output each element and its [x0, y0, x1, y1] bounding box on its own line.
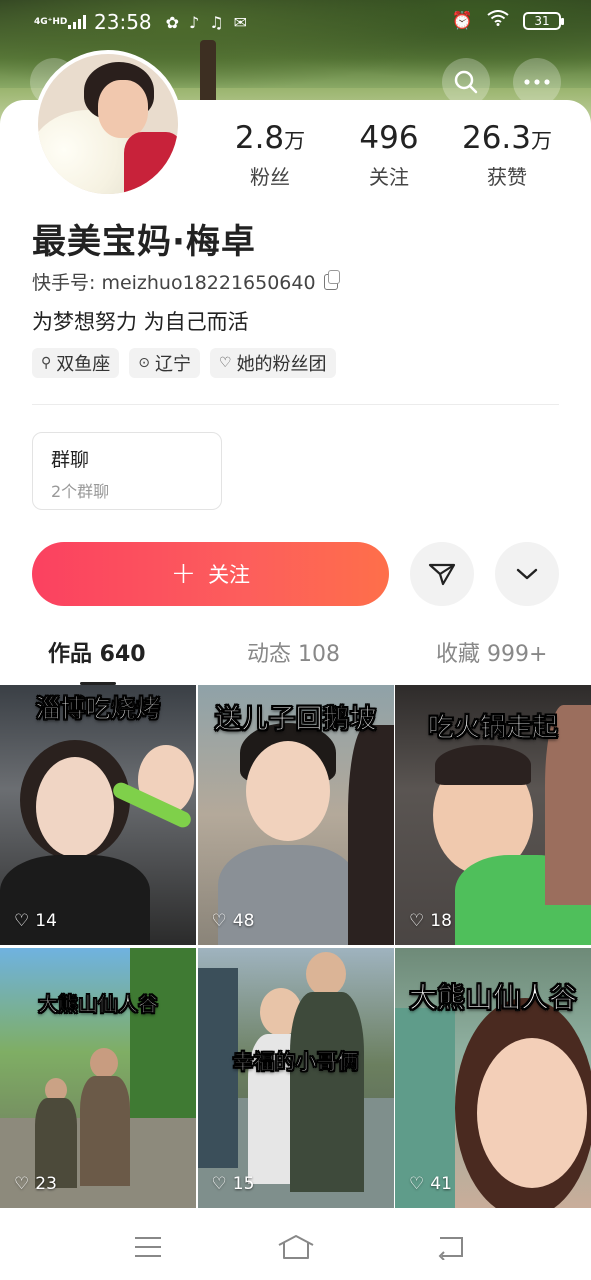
- nav-home-button[interactable]: [276, 1232, 316, 1262]
- following-label: 关注: [369, 165, 409, 189]
- video-tile[interactable]: 吃火锅走起 ♡ 18: [395, 685, 591, 945]
- status-bar: 4G⁺HD 23:58 ✿ ♪ ♫ ✉ ⏰ 31: [0, 0, 591, 44]
- status-time: 23:58: [94, 10, 152, 34]
- video-caption: 幸福的小哥俩: [232, 1050, 359, 1075]
- follow-label: 关注: [208, 563, 251, 587]
- followers-count: 2.8: [234, 120, 285, 156]
- profile-signature: 为梦想努力 为自己而活: [32, 310, 249, 334]
- following-count: 496: [359, 120, 419, 156]
- more-button[interactable]: [513, 58, 561, 106]
- home-icon: [278, 1235, 314, 1259]
- video-tile[interactable]: 送儿子回鹅坡 ♡ 48: [197, 685, 394, 945]
- system-nav-bar: [0, 1210, 591, 1280]
- tag-zodiac-label: 双鱼座: [56, 354, 111, 375]
- tiktok-icon: ♪: [189, 12, 200, 32]
- tab-works[interactable]: 作品 640: [48, 636, 146, 668]
- heart-icon: ♡: [409, 911, 425, 931]
- group-chat-title: 群聊: [51, 449, 90, 471]
- search-icon: [454, 70, 478, 94]
- alarm-icon: ⏰: [451, 10, 473, 31]
- profile-tabs: 作品 640 动态 108 收藏 999+: [0, 636, 591, 686]
- stat-followers[interactable]: 2.8万 粉丝: [220, 120, 320, 190]
- divider: [32, 404, 559, 405]
- video-likes: ♡ 15: [211, 1174, 255, 1194]
- heart-icon: ♡: [14, 1174, 30, 1194]
- network-type: 4G⁺HD: [34, 16, 68, 27]
- followers-unit: 万: [284, 129, 306, 153]
- video-likes: ♡ 18: [409, 911, 452, 931]
- search-button[interactable]: [442, 58, 490, 106]
- video-likes: ♡ 14: [14, 911, 57, 931]
- likes-count: 26.3: [461, 120, 532, 156]
- tab-favorites[interactable]: 收藏 999+: [436, 636, 547, 668]
- video-tile[interactable]: 幸福的小哥俩 ♡ 15: [197, 948, 394, 1208]
- video-likes: ♡ 23: [14, 1174, 57, 1194]
- avatar[interactable]: [34, 50, 182, 198]
- signal-icon: [68, 15, 86, 29]
- tag-fan-club-label: 她的粉丝团: [236, 354, 327, 375]
- battery-icon: 31: [523, 11, 564, 30]
- message-icon: ✉: [233, 12, 248, 32]
- heart-icon: ♡: [211, 1174, 227, 1194]
- plus-icon: +: [170, 556, 197, 591]
- likes-unit: 万: [531, 129, 553, 153]
- heart-icon: ♡: [14, 911, 30, 931]
- video-tile[interactable]: 大熊山仙人谷 ♡ 41: [395, 948, 591, 1208]
- fan-club-icon: ♡: [219, 355, 232, 371]
- tag-zodiac[interactable]: ⚲ 双鱼座: [32, 348, 120, 378]
- profile-nickname: 最美宝妈·梅卓: [32, 222, 256, 262]
- nav-menu-button[interactable]: [128, 1232, 168, 1262]
- notification-bell-icon: ♫: [209, 12, 224, 32]
- tag-fan-club[interactable]: ♡ 她的粉丝团: [210, 348, 336, 378]
- more-options-button[interactable]: [495, 542, 559, 606]
- video-caption: 大熊山仙人谷: [38, 992, 159, 1017]
- video-grid: 淄博吃烧烤 ♡ 14 送儿子回鹅坡 ♡ 48 吃火锅走起 ♡ 18 大熊山仙人谷 ♡ 2…: [0, 685, 591, 1208]
- video-caption: 吃火锅走起: [427, 713, 559, 744]
- menu-icon: [135, 1237, 161, 1257]
- video-likes: ♡ 41: [409, 1174, 452, 1194]
- video-likes: ♡ 48: [211, 911, 255, 931]
- wifi-icon: [487, 10, 509, 31]
- back-arrow-icon: [438, 1237, 463, 1260]
- zodiac-icon: ⚲: [41, 355, 52, 371]
- heart-icon: ♡: [211, 911, 227, 931]
- tab-moments[interactable]: 动态 108: [247, 636, 340, 668]
- group-chat-subtitle: 2个群聊: [51, 482, 110, 501]
- profile-tags: ⚲ 双鱼座 ⊙ 辽宁 ♡ 她的粉丝团: [32, 348, 336, 378]
- video-caption: 大熊山仙人谷: [408, 981, 578, 1015]
- video-caption: 淄博吃烧烤: [35, 694, 161, 724]
- send-icon: [428, 563, 456, 586]
- video-tile[interactable]: 大熊山仙人谷 ♡ 23: [0, 948, 196, 1208]
- stat-following[interactable]: 496 关注: [339, 120, 439, 190]
- tag-location-label: 辽宁: [155, 354, 191, 375]
- follow-button[interactable]: + 关注: [32, 542, 389, 606]
- chevron-down-icon: [516, 568, 538, 580]
- stat-likes[interactable]: 26.3万 获赞: [457, 120, 557, 190]
- video-tile[interactable]: 淄博吃烧烤 ♡ 14: [0, 685, 196, 945]
- tag-location[interactable]: ⊙ 辽宁: [129, 348, 200, 378]
- copy-icon[interactable]: [323, 269, 340, 290]
- share-button[interactable]: [410, 542, 474, 606]
- followers-label: 粉丝: [250, 165, 290, 189]
- kuaishou-id-row: 快手号: meizhuo18221650640: [32, 268, 340, 295]
- kuaishou-id: 快手号: meizhuo18221650640: [32, 272, 316, 294]
- location-icon: ⊙: [138, 355, 150, 371]
- heart-icon: ♡: [409, 1174, 425, 1194]
- more-dots-icon: [524, 79, 550, 85]
- likes-label: 获赞: [487, 165, 527, 189]
- video-caption: 送儿子回鹅坡: [214, 704, 377, 736]
- group-chat-card[interactable]: 群聊 2个群聊: [32, 432, 222, 510]
- nav-back-button[interactable]: [430, 1232, 470, 1262]
- wechat-icon: ✿: [165, 12, 180, 32]
